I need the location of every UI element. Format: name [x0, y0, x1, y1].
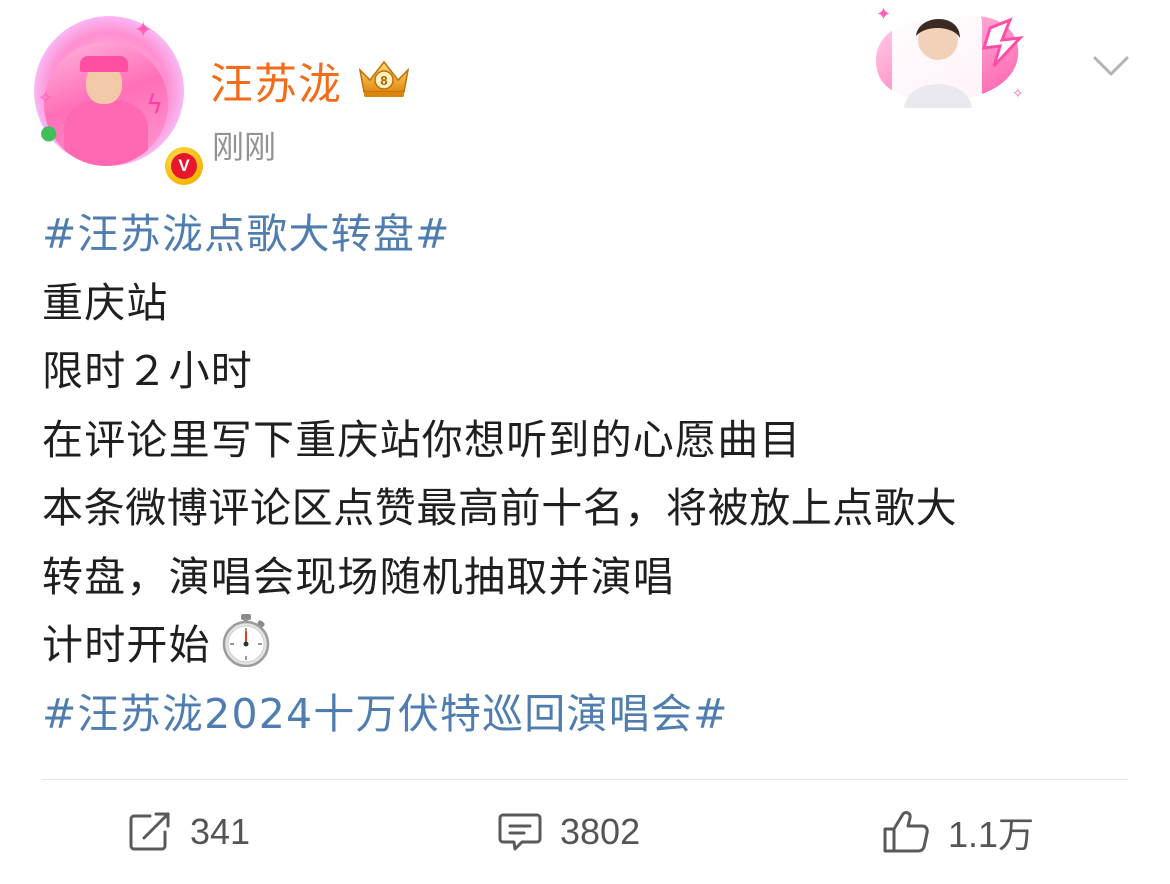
decoration-sticker: ✦ ✧	[876, 4, 1024, 108]
chevron-down-icon	[1093, 56, 1129, 76]
avatar[interactable]: ✦ ✧ ϟ ● V	[34, 16, 206, 188]
crown-badge-icon[interactable]: 8	[356, 56, 412, 100]
verified-badge: V	[162, 144, 206, 188]
topic-hashtag-link[interactable]: #汪苏泷2024十万伏特巡回演唱会#	[42, 680, 1137, 749]
post-text-line: 本条微博评论区点赞最高前十名，将被放上点歌大	[42, 484, 958, 532]
sparkle-icon: ✦	[134, 18, 153, 43]
divider	[42, 779, 1128, 780]
stopwatch-icon	[222, 614, 270, 667]
sparkle-icon: ✧	[38, 88, 54, 109]
repost-button[interactable]: 341	[128, 806, 250, 858]
svg-text:✦: ✦	[876, 4, 891, 25]
post-text-line: 限时２小时	[42, 347, 253, 395]
action-bar: 341 3802 1.1万	[0, 790, 1170, 876]
repost-count: 341	[190, 811, 251, 852]
mushroom-icon: ●	[40, 120, 58, 144]
like-button[interactable]: 1.1万	[882, 806, 1034, 858]
post-text-line-with-icon: 计时开始	[42, 611, 1137, 680]
post-text-line: 转盘，演唱会现场随机抽取并演唱	[42, 552, 675, 601]
post-text-line: 重庆站	[42, 278, 169, 327]
svg-text:✧: ✧	[1012, 86, 1024, 102]
comment-icon	[498, 813, 542, 851]
comment-count: 3802	[560, 811, 641, 852]
topic-hashtag-link[interactable]: #汪苏泷点歌大转盘#	[42, 200, 1137, 269]
username[interactable]: 汪苏泷	[210, 50, 342, 112]
post-text: 计时开始	[42, 621, 211, 669]
like-icon	[883, 811, 929, 853]
weibo-post: ✦ ✧ ϟ ● V 汪苏泷 8 刚刚 ✦ ✧ #汪苏泷点歌大转盘# 重庆站 限时…	[0, 0, 1170, 884]
post-text-line: 在评论里写下重庆站你想听到的心愿曲目	[42, 415, 802, 464]
svg-text:8: 8	[380, 73, 387, 88]
post-timestamp: 刚刚	[212, 128, 277, 166]
lightning-icon: ϟ	[146, 90, 164, 120]
repost-icon	[129, 812, 170, 851]
post-content: #汪苏泷点歌大转盘# 重庆站 限时２小时 在评论里写下重庆站你想听到的心愿曲目 …	[42, 200, 1137, 748]
like-count: 1.1万	[948, 814, 1035, 855]
comment-button[interactable]: 3802	[498, 806, 640, 858]
more-options-chevron[interactable]	[1086, 48, 1136, 84]
